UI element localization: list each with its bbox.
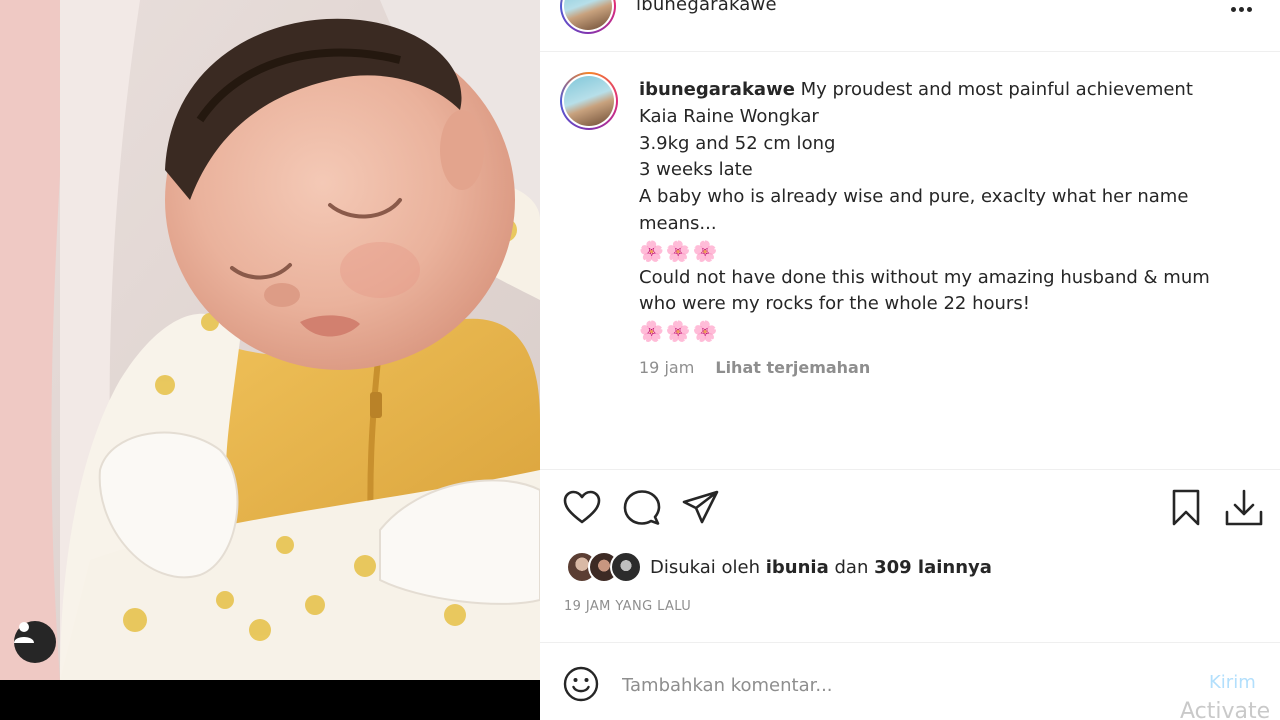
caption-time[interactable]: 19 jam	[639, 358, 694, 377]
caption-username[interactable]: ibunegarakawe	[639, 79, 795, 100]
caption-text-line: who were my rocks for the whole 22 hours…	[639, 293, 1030, 315]
caption-text: ibunegarakawe My proudest and most painf…	[639, 77, 1259, 345]
user-icon	[14, 622, 34, 643]
activate-windows-watermark: Activate	[1180, 699, 1271, 720]
flower-emojis: 🌸🌸🌸	[639, 238, 720, 263]
caption-text-line: 3.9kg and 52 cm long	[639, 132, 836, 154]
liker-username[interactable]: ibunia	[766, 557, 829, 578]
caption-text-line: means...	[639, 212, 717, 234]
action-bar	[540, 482, 1280, 534]
caption-text-line: My proudest and most painful achievement	[800, 79, 1193, 100]
caption-author-avatar[interactable]	[560, 72, 618, 130]
caption-text-line: 3 weeks late	[639, 159, 753, 181]
caption-text-line: A baby who is already wise and pure, exa…	[639, 186, 1189, 208]
likes-text: Disukai oleh ibunia dan 309 lainnya	[650, 557, 992, 578]
post-photo	[0, 0, 540, 720]
send-comment-button[interactable]: Kirim	[1209, 672, 1256, 693]
comment-bar: Kirim Activate	[540, 642, 1280, 720]
paper-plane-icon[interactable]	[681, 488, 721, 528]
comment-input[interactable]	[622, 667, 1182, 703]
caption-text-line: Could not have done this without my amaz…	[639, 266, 1210, 288]
caption-line-1: ibunegarakawe My proudest and most painf…	[639, 77, 1259, 104]
tagged-users-button[interactable]	[14, 621, 56, 663]
likes-summary[interactable]: Disukai oleh ibunia dan 309 lainnya	[566, 551, 992, 583]
more-horizontal-icon[interactable]	[1226, 2, 1256, 16]
download-icon[interactable]	[1224, 488, 1264, 528]
post-timestamp: 19 JAM YANG LALU	[564, 599, 692, 614]
post-details-panel: ibunegarakawe ibunegarakawe My proudest …	[540, 0, 1280, 720]
author-username[interactable]: ibunegarakawe	[636, 0, 777, 15]
caption-meta: 19 jam Lihat terjemahan	[639, 358, 870, 377]
caption-text-line: Kaia Raine Wongkar	[639, 105, 819, 127]
caption-section: ibunegarakawe My proudest and most painf…	[540, 52, 1280, 470]
see-translation-button[interactable]: Lihat terjemahan	[715, 358, 870, 377]
liker-avatars	[566, 551, 642, 583]
heart-icon[interactable]	[562, 488, 602, 528]
flower-emojis: 🌸🌸🌸	[639, 319, 720, 344]
bookmark-icon[interactable]	[1166, 488, 1206, 528]
likes-count[interactable]: 309 lainnya	[874, 557, 992, 578]
smiley-icon[interactable]	[562, 665, 600, 703]
baby-photo-illustration	[0, 0, 540, 720]
likes-prefix: Disukai oleh	[650, 556, 761, 578]
author-avatar[interactable]	[560, 0, 616, 34]
avatar	[610, 551, 642, 583]
likes-connector: dan	[834, 556, 869, 578]
post-header: ibunegarakawe	[540, 0, 1280, 52]
comment-bubble-icon[interactable]	[622, 488, 662, 528]
